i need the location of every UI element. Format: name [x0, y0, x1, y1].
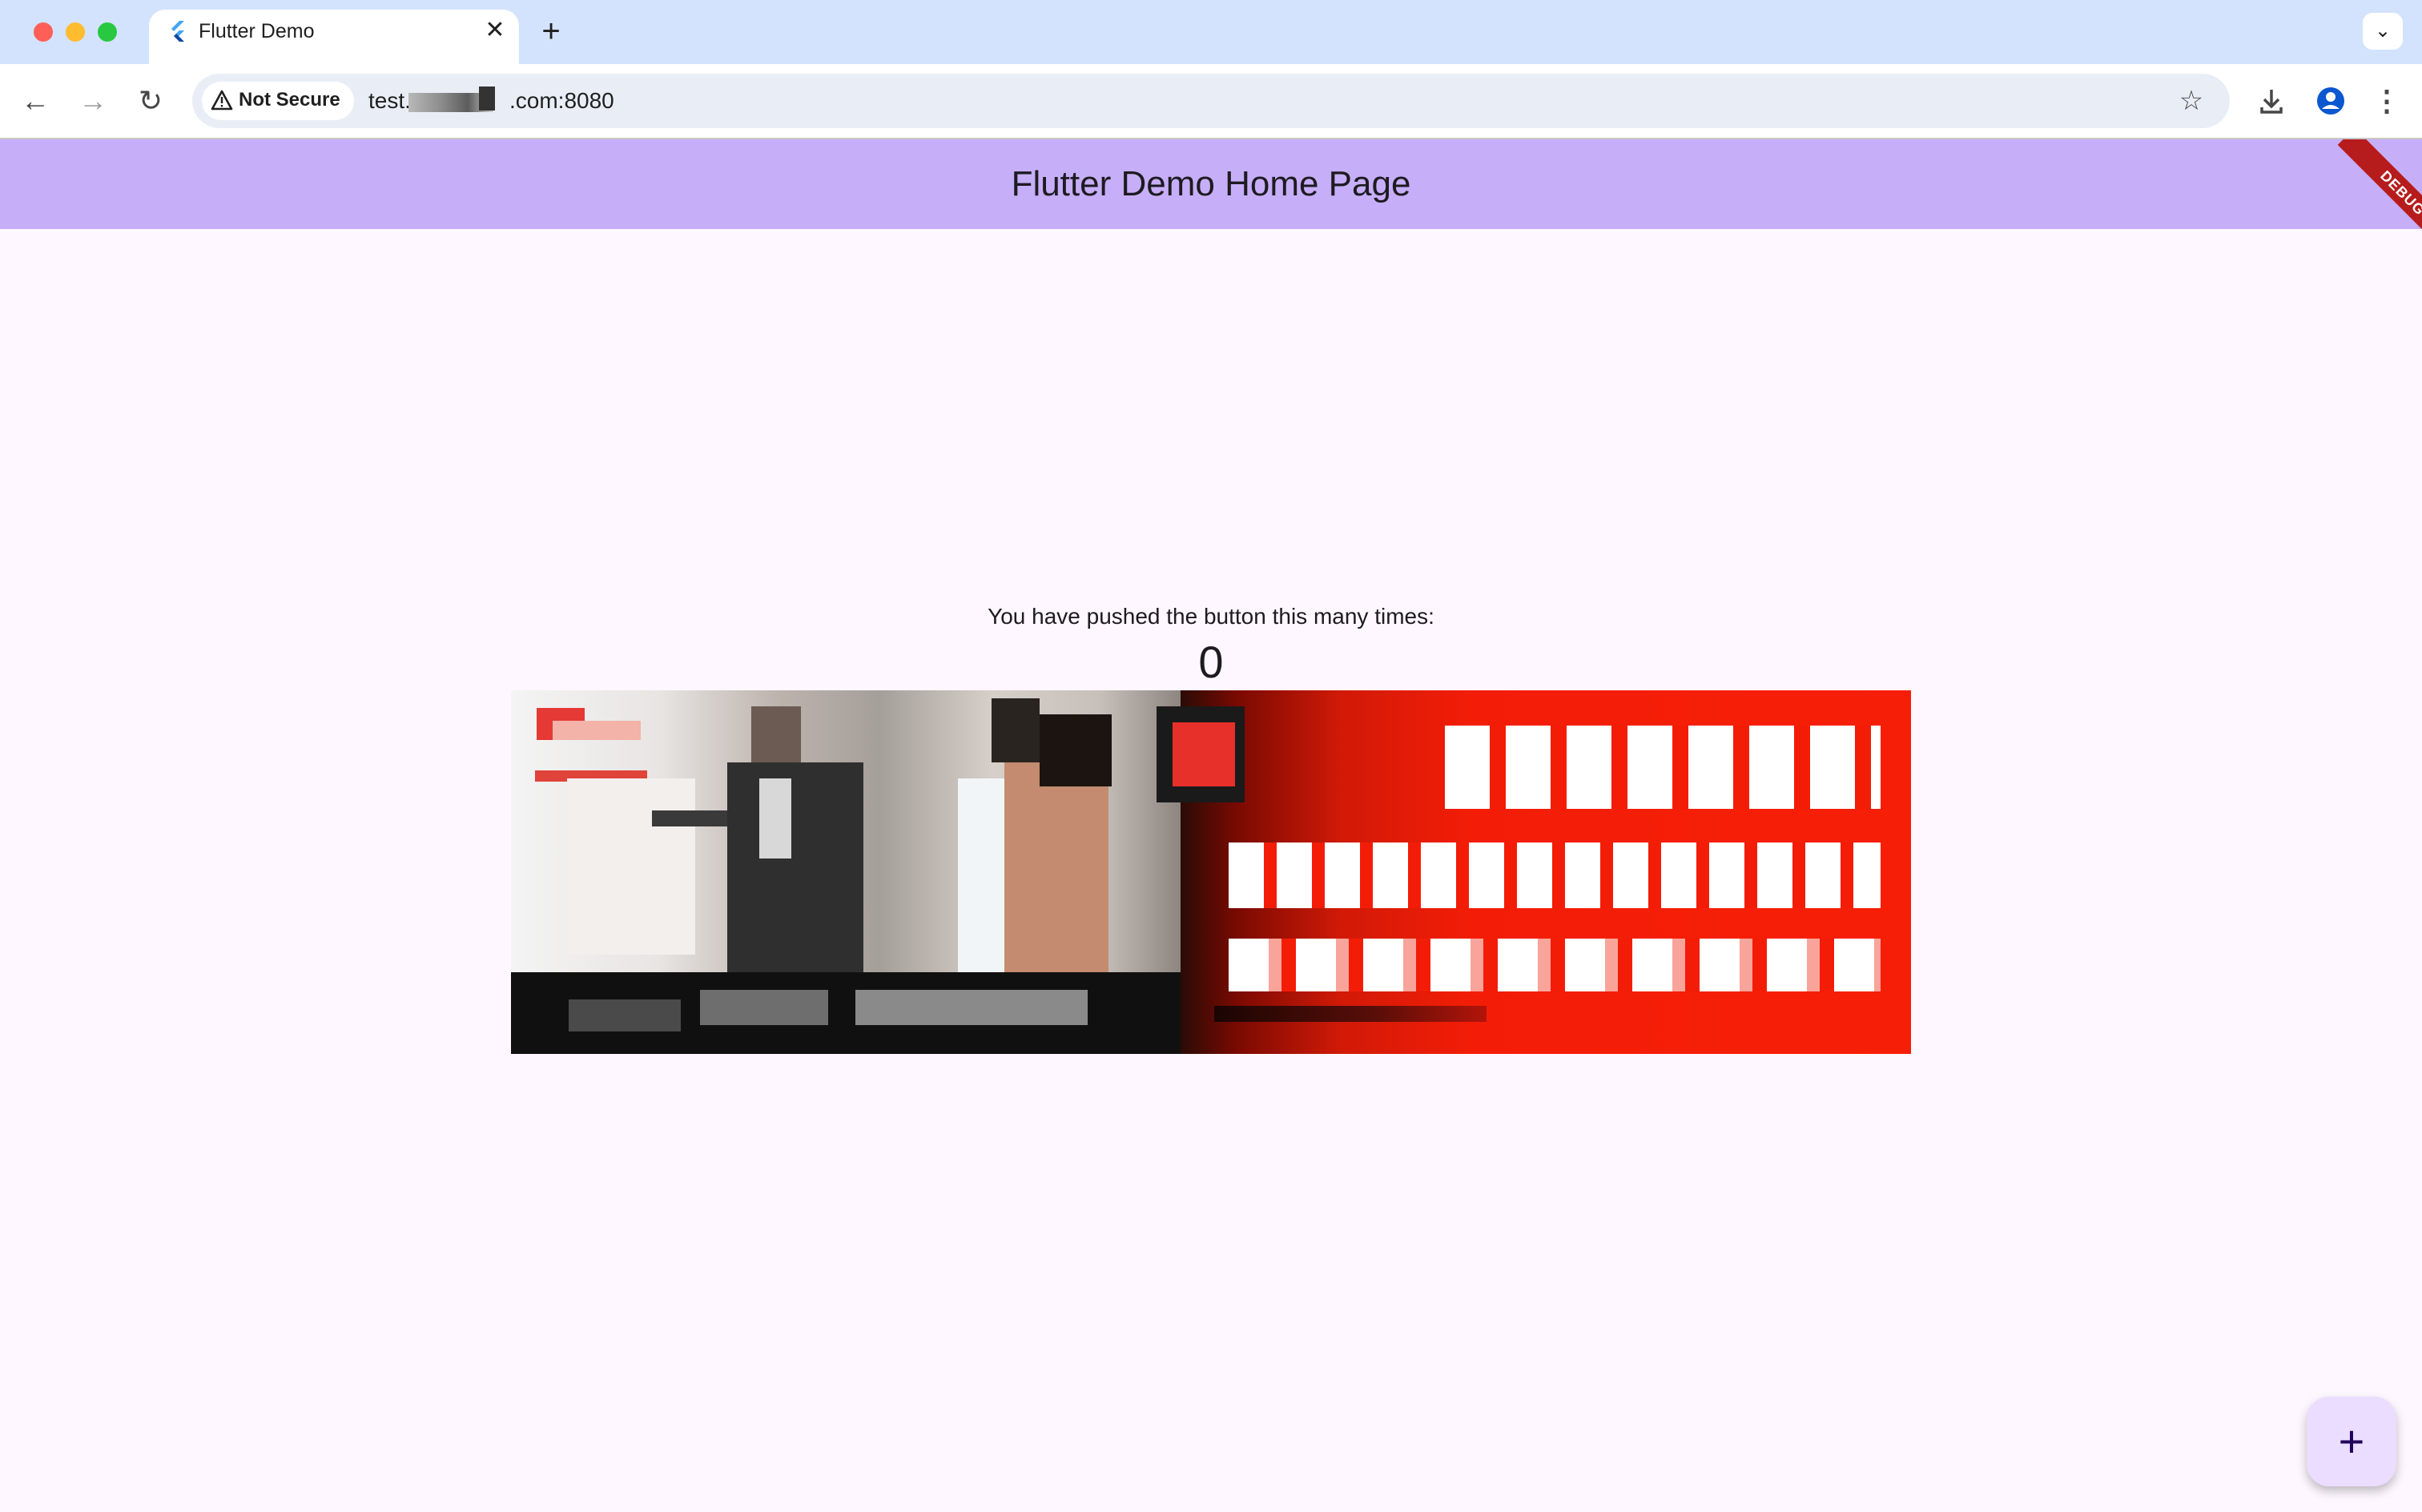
minimize-window-button[interactable] [66, 22, 85, 42]
banner-image [511, 690, 1911, 1054]
tab-title: Flutter Demo [199, 20, 315, 42]
banner-red-panel [1157, 690, 1911, 1054]
banner-caption-bar [511, 972, 1181, 1054]
maximize-window-button[interactable] [98, 22, 117, 42]
counter-value: 0 [1198, 637, 1224, 687]
tab-search-button[interactable]: ⌄ [2363, 13, 2403, 50]
close-tab-icon[interactable]: ✕ [482, 16, 508, 45]
forward-icon[interactable]: → [74, 80, 112, 122]
back-icon[interactable]: ← [16, 80, 54, 122]
profile-avatar[interactable] [2311, 82, 2350, 120]
security-label: Not Secure [239, 89, 340, 111]
banner-photo [511, 690, 1181, 972]
url-text-suffix[interactable]: .com:8080 [509, 86, 614, 115]
browser-menu-icon[interactable]: ⋮ [2371, 80, 2403, 122]
debug-banner-label: DEBUG [2337, 139, 2422, 255]
url-text-prefix[interactable]: test. [368, 86, 411, 115]
add-icon: + [2338, 1416, 2365, 1466]
debug-banner: DEBUG [2307, 139, 2422, 255]
bookmark-star-icon[interactable]: ☆ [2175, 82, 2207, 120]
person-icon [2317, 87, 2344, 115]
flutter-logo-icon [171, 21, 184, 42]
new-tab-button[interactable]: + [535, 14, 567, 48]
url-redaction-block [479, 86, 495, 111]
close-window-button[interactable] [34, 22, 53, 42]
download-icon[interactable] [2254, 80, 2289, 122]
increment-fab[interactable]: + [2307, 1397, 2396, 1486]
reload-icon[interactable]: ↻ [131, 80, 170, 122]
counter-label: You have pushed the button this many tim… [988, 604, 1434, 629]
address-bar[interactable] [192, 74, 2230, 128]
page-title: Flutter Demo Home Page [1011, 164, 1411, 203]
warning-icon [211, 90, 233, 111]
